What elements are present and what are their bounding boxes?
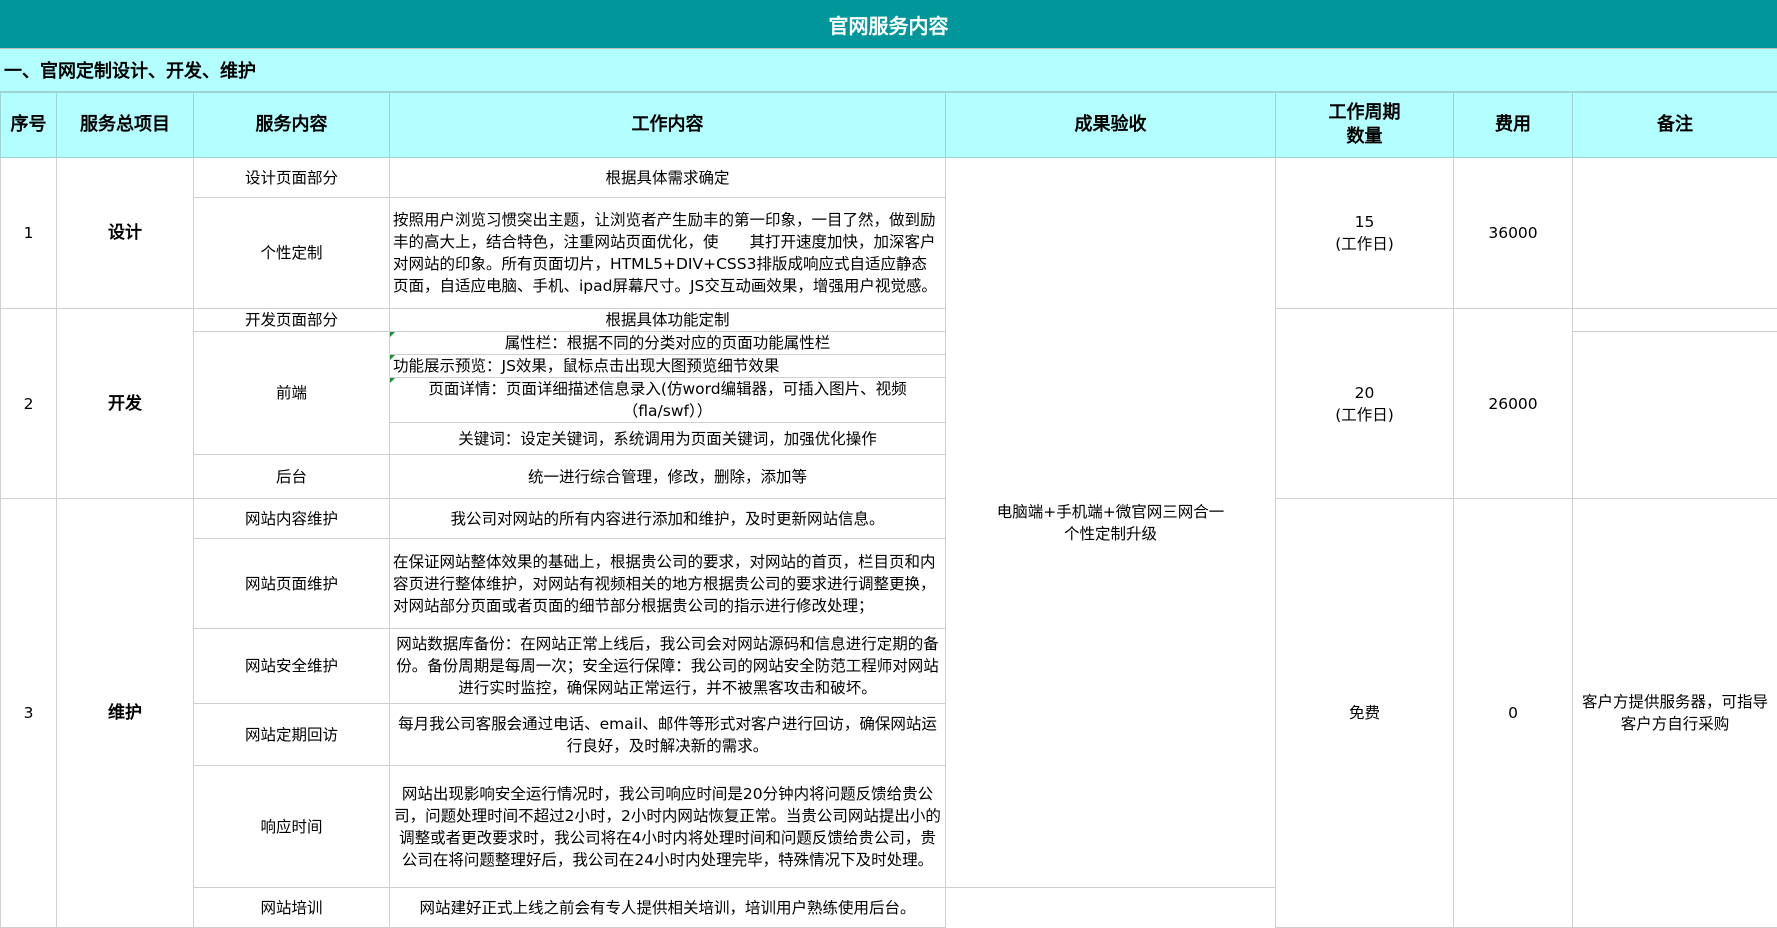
header-project: 服务总项目 — [57, 93, 194, 158]
table-row: 1 设计 设计页面部分 根据具体需求确定 电脑端+手机端+微官网三网合一 个性定… — [1, 158, 1777, 198]
service-cell: 个性定制 — [194, 198, 390, 309]
group-no-cell: 2 — [1, 309, 57, 499]
header-note: 备注 — [1573, 93, 1777, 158]
header-fee: 费用 — [1454, 93, 1573, 158]
work-cell: 统一进行综合管理，修改，删除，添加等 — [390, 455, 946, 499]
service-cell: 网站培训 — [194, 888, 390, 928]
cycle-cell: 免费 — [1276, 499, 1454, 928]
group-project-cell: 维护 — [57, 499, 194, 928]
cycle-cell: 15 (工作日) — [1276, 158, 1454, 309]
service-cell: 网站定期回访 — [194, 704, 390, 766]
acceptance-cell: 电脑端+手机端+微官网三网合一 个性定制升级 — [946, 158, 1276, 888]
group-project-cell: 设计 — [57, 158, 194, 309]
work-cell: 每月我公司客服会通过电话、email、邮件等形式对客户进行回访，确保网站运行良好… — [390, 704, 946, 766]
group-no-cell: 1 — [1, 158, 57, 309]
table-row: 3 维护 网站内容维护 我公司对网站的所有内容进行添加和维护，及时更新网站信息。… — [1, 499, 1777, 539]
fee-cell: 36000 — [1454, 158, 1573, 309]
note-cell — [1573, 309, 1777, 332]
work-cell: 在保证网站整体效果的基础上，根据贵公司的要求，对网站的首页，栏目页和内容页进行整… — [390, 539, 946, 629]
work-cell: 网站建好正式上线之前会有专人提供相关培训，培训用户熟练使用后台。 — [390, 888, 946, 928]
header-service: 服务内容 — [194, 93, 390, 158]
group-project-cell: 开发 — [57, 309, 194, 499]
spreadsheet: 官网服务内容 一、官网定制设计、开发、维护 序号 服务总项目 服务内容 工作内容… — [0, 0, 1777, 928]
work-cell: 我公司对网站的所有内容进行添加和维护，及时更新网站信息。 — [390, 499, 946, 539]
header-acceptance: 成果验收 — [946, 93, 1276, 158]
note-cell — [1573, 332, 1777, 499]
sheet-title: 官网服务内容 — [0, 0, 1777, 49]
service-cell: 设计页面部分 — [194, 158, 390, 198]
work-cell: 功能展示预览：JS效果，鼠标点击出现大图预览细节效果 — [390, 355, 946, 378]
note-cell: 客户方提供服务器，可指导客户方自行采购 — [1573, 499, 1777, 928]
work-cell: 按照用户浏览习惯突出主题，让浏览者产生励丰的第一印象，一目了然，做到励丰的高大上… — [390, 198, 946, 309]
fee-cell: 0 — [1454, 499, 1573, 928]
service-cell: 网站内容维护 — [194, 499, 390, 539]
service-cell: 网站页面维护 — [194, 539, 390, 629]
work-cell: 网站出现影响安全运行情况时，我公司响应时间是20分钟内将问题反馈给贵公司，问题处… — [390, 766, 946, 888]
service-cell: 响应时间 — [194, 766, 390, 888]
header-row: 序号 服务总项目 服务内容 工作内容 成果验收 工作周期 数量 费用 备注 — [1, 93, 1777, 158]
header-no: 序号 — [1, 93, 57, 158]
section-heading: 一、官网定制设计、开发、维护 — [0, 49, 1777, 92]
work-cell: 属性栏：根据不同的分类对应的页面功能属性栏 — [390, 332, 946, 355]
service-cell: 后台 — [194, 455, 390, 499]
work-cell: 网站数据库备份：在网站正常上线后，我公司会对网站源码和信息进行定期的备份。备份周… — [390, 629, 946, 704]
fee-cell: 26000 — [1454, 309, 1573, 499]
header-cycle: 工作周期 数量 — [1276, 93, 1454, 158]
work-cell: 关键词：设定关键词，系统调用为页面关键词，加强优化操作 — [390, 423, 946, 455]
header-work: 工作内容 — [390, 93, 946, 158]
table-row: 2 开发 开发页面部分 根据具体功能定制 20 (工作日) 26000 — [1, 309, 1777, 332]
work-cell: 页面详情：页面详细描述信息录入(仿word编辑器，可插入图片、视频（fla/sw… — [390, 378, 946, 423]
service-cell: 前端 — [194, 332, 390, 455]
service-cell: 网站安全维护 — [194, 629, 390, 704]
cycle-cell: 20 (工作日) — [1276, 309, 1454, 499]
group-no-cell: 3 — [1, 499, 57, 928]
service-table: 序号 服务总项目 服务内容 工作内容 成果验收 工作周期 数量 费用 备注 1 … — [0, 92, 1777, 928]
work-cell: 根据具体功能定制 — [390, 309, 946, 332]
service-cell: 开发页面部分 — [194, 309, 390, 332]
work-cell: 根据具体需求确定 — [390, 158, 946, 198]
note-cell — [1573, 158, 1777, 309]
